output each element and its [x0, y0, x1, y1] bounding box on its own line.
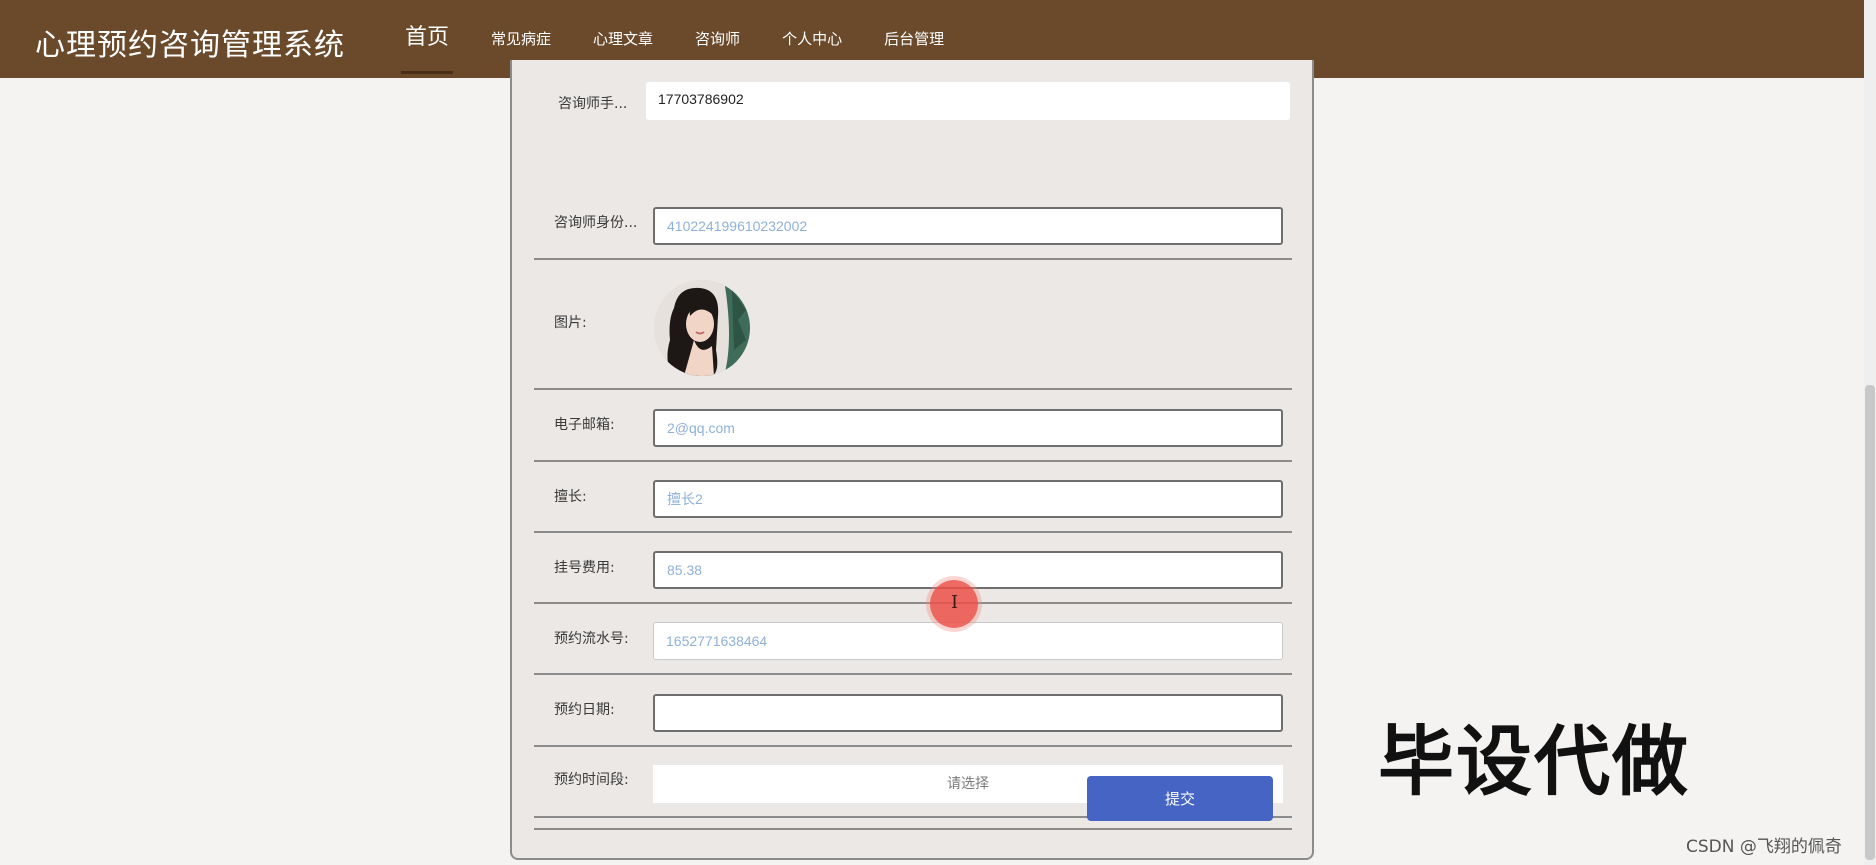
serial-label: 预约流水号:: [554, 631, 629, 647]
form-bottom-divider: [534, 828, 1292, 830]
form-row-phone: 咨询师手... 17703786902: [534, 78, 1292, 124]
csdn-watermark: CSDN @飞翔的佩奇: [1686, 837, 1842, 857]
appointment-form: 咨询师手... 17703786902 咨询师身份... 41022419961…: [510, 60, 1314, 860]
phone-field[interactable]: 17703786902: [646, 82, 1290, 120]
phone-label: 咨询师手...: [558, 96, 628, 112]
specialty-label: 擅长:: [554, 489, 587, 505]
form-row-email: 电子邮箱: 2@qq.com: [534, 390, 1292, 462]
form-row-fee: 挂号费用: 85.38: [534, 533, 1292, 604]
text-cursor-icon: I: [951, 592, 959, 613]
promo-overlay-text: 毕设代做: [1378, 717, 1690, 806]
form-row-image: 图片:: [534, 260, 1292, 390]
id-card-field[interactable]: 410224199610232002: [653, 207, 1283, 245]
page-scrollbar[interactable]: [1864, 0, 1876, 865]
app-title: 心理预约咨询管理系统: [35, 28, 345, 63]
time-slot-placeholder: 请选择: [947, 776, 989, 792]
nav-item-home[interactable]: 首页: [400, 0, 454, 78]
specialty-field[interactable]: 擅长2: [653, 480, 1283, 518]
form-row-serial: 预约流水号: 1652771638464: [534, 604, 1292, 675]
submit-button[interactable]: 提交: [1087, 776, 1273, 821]
time-slot-label: 预约时间段:: [554, 772, 629, 788]
form-row-date: 预约日期:: [534, 675, 1292, 747]
form-row-specialty: 擅长: 擅长2: [534, 462, 1292, 533]
image-label: 图片:: [554, 315, 587, 331]
fee-label: 挂号费用:: [554, 560, 615, 576]
form-row-id-card: 咨询师身份... 410224199610232002: [534, 140, 1292, 260]
fee-field[interactable]: 85.38: [653, 551, 1283, 589]
scrollbar-thumb[interactable]: [1865, 385, 1875, 860]
email-field[interactable]: 2@qq.com: [653, 409, 1283, 447]
counselor-avatar: [654, 280, 750, 376]
date-field[interactable]: [653, 694, 1283, 732]
avatar-portrait-icon: [654, 280, 750, 376]
id-card-label: 咨询师身份...: [554, 215, 638, 231]
serial-field[interactable]: 1652771638464: [653, 622, 1283, 660]
date-label: 预约日期:: [554, 702, 615, 718]
email-label: 电子邮箱:: [554, 417, 615, 433]
